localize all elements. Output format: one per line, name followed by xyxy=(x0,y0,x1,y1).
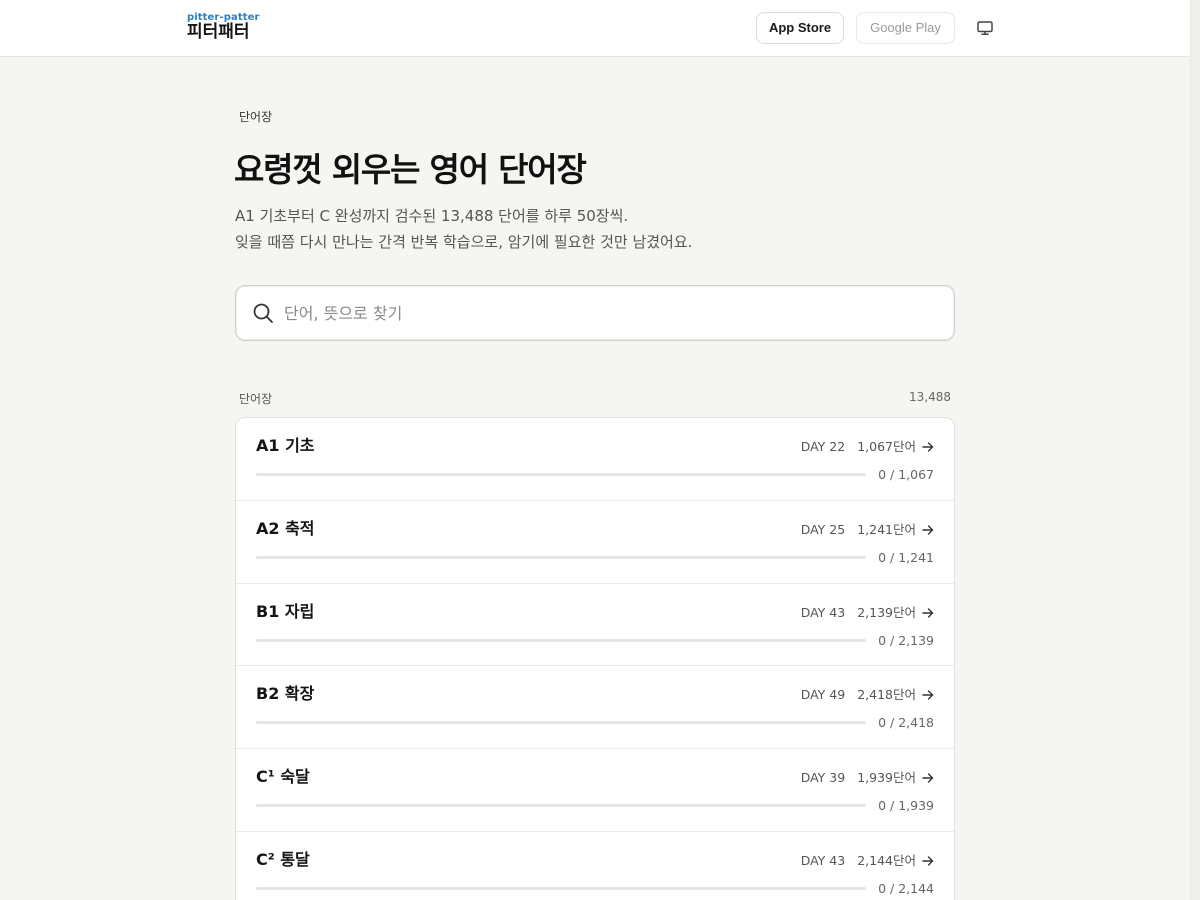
wordbook-row[interactable]: B1 자립 DAY 43 2,139단어 0 / 2,139 xyxy=(236,584,954,667)
wordbook-row[interactable]: C² 통달 DAY 43 2,144단어 0 / 2,144 xyxy=(236,832,954,900)
wordbook-day-count: DAY 25 xyxy=(800,521,846,537)
wordbook-title: B1 자립 xyxy=(256,601,315,621)
wordbook-word-count: 1,241단어 xyxy=(857,521,916,537)
wordbook-day-count: DAY 43 xyxy=(800,852,846,868)
wordbook-word-count: 2,418단어 xyxy=(857,687,916,703)
wordbook-meta: DAY 43 2,144단어 xyxy=(801,850,934,869)
logo-korean: 피터패터 xyxy=(187,22,250,42)
description-line-1: A1 기초부터 C 완성까지 검수된 13,488 단어를 하루 50장씩. xyxy=(235,207,629,225)
page-description: A1 기초부터 C 완성까지 검수된 13,488 단어를 하루 50장씩. 잊… xyxy=(235,203,692,255)
wordbook-title: A1 기초 xyxy=(256,436,315,455)
progress-bar xyxy=(256,721,867,725)
wordbook-total-count: 13,488 xyxy=(909,390,951,404)
wordbook-word-count: 2,144단어 xyxy=(857,852,916,868)
progress-bar xyxy=(256,555,867,559)
wordbook-day-count: DAY 43 xyxy=(800,604,846,620)
arrow-right-icon xyxy=(922,854,934,866)
wordbook-row[interactable]: B2 확장 DAY 49 2,418단어 0 / 2,418 xyxy=(236,666,954,750)
wordbook-row[interactable]: A1 기초 DAY 22 1,067단어 0 / 1,067 xyxy=(236,418,954,501)
search-icon xyxy=(252,302,274,324)
wordbook-meta: DAY 25 1,241단어 xyxy=(801,519,934,538)
wordbook-progress-text: 0 / 2,418 xyxy=(878,715,934,731)
page: pitter-patter 피터패터 App Store Google Play… xyxy=(0,0,1200,900)
progress-bar xyxy=(256,804,867,808)
google-play-button[interactable]: Google Play xyxy=(856,12,955,44)
wordbook-meta: DAY 22 1,067단어 xyxy=(801,436,934,455)
arrow-right-icon xyxy=(922,440,934,452)
wordbook-meta: DAY 43 2,139단어 xyxy=(801,602,934,621)
wordbook-title: C¹ 숙달 xyxy=(256,767,310,787)
app-store-button[interactable]: App Store xyxy=(756,12,844,44)
desktop-monitor-icon[interactable] xyxy=(976,19,994,37)
arrow-right-icon xyxy=(922,606,934,618)
wordbook-list: A1 기초 DAY 22 1,067단어 0 / 1,067 A2 축적 DAY … xyxy=(235,417,955,900)
arrow-right-icon xyxy=(922,523,934,535)
wordbook-day-count: DAY 22 xyxy=(800,439,846,454)
arrow-right-icon xyxy=(922,688,934,701)
progress-bar xyxy=(256,638,867,642)
wordbook-progress-text: 0 / 2,144 xyxy=(878,880,934,896)
arrow-right-icon xyxy=(922,771,934,783)
logo[interactable]: pitter-patter 피터패터 xyxy=(187,12,260,41)
wordbook-title: C² 통달 xyxy=(256,849,310,869)
search-input[interactable] xyxy=(284,297,934,329)
progress-bar xyxy=(256,473,867,476)
page-title: 요령껏 외우는 영어 단어장 xyxy=(234,150,587,189)
description-line-2: 잊을 때쯤 다시 만나는 간격 반복 학습으로, 암기에 필요한 것만 남겼어요… xyxy=(235,233,693,251)
wordbook-meta: DAY 39 1,939단어 xyxy=(801,767,934,786)
page-scrollbar[interactable] xyxy=(1190,0,1200,900)
wordbook-progress-text: 0 / 1,067 xyxy=(878,467,934,482)
wordbook-row[interactable]: A2 축적 DAY 25 1,241단어 0 / 1,241 xyxy=(236,501,954,584)
wordbook-word-count: 1,067단어 xyxy=(857,439,916,454)
wordbook-list-label: 단어장 xyxy=(239,392,273,406)
wordbook-word-count: 1,939단어 xyxy=(857,770,916,786)
wordbook-day-count: DAY 49 xyxy=(800,687,846,703)
wordbook-word-count: 2,139단어 xyxy=(857,604,916,620)
wordbook-day-count: DAY 39 xyxy=(800,770,846,786)
top-navigation-bar: pitter-patter 피터패터 App Store Google Play xyxy=(0,0,1190,57)
wordbook-meta: DAY 49 2,418단어 xyxy=(801,684,934,703)
progress-bar xyxy=(256,886,867,890)
wordbook-progress-text: 0 / 2,139 xyxy=(878,632,934,648)
breadcrumb[interactable]: 단어장 xyxy=(239,108,272,125)
wordbook-title: A2 축적 xyxy=(256,518,315,538)
wordbook-progress-text: 0 / 1,241 xyxy=(878,549,934,565)
wordbook-title: B2 확장 xyxy=(256,684,315,704)
wordbook-progress-text: 0 / 1,939 xyxy=(878,798,934,814)
wordbook-row[interactable]: C¹ 숙달 DAY 39 1,939단어 0 / 1,939 xyxy=(236,749,954,832)
